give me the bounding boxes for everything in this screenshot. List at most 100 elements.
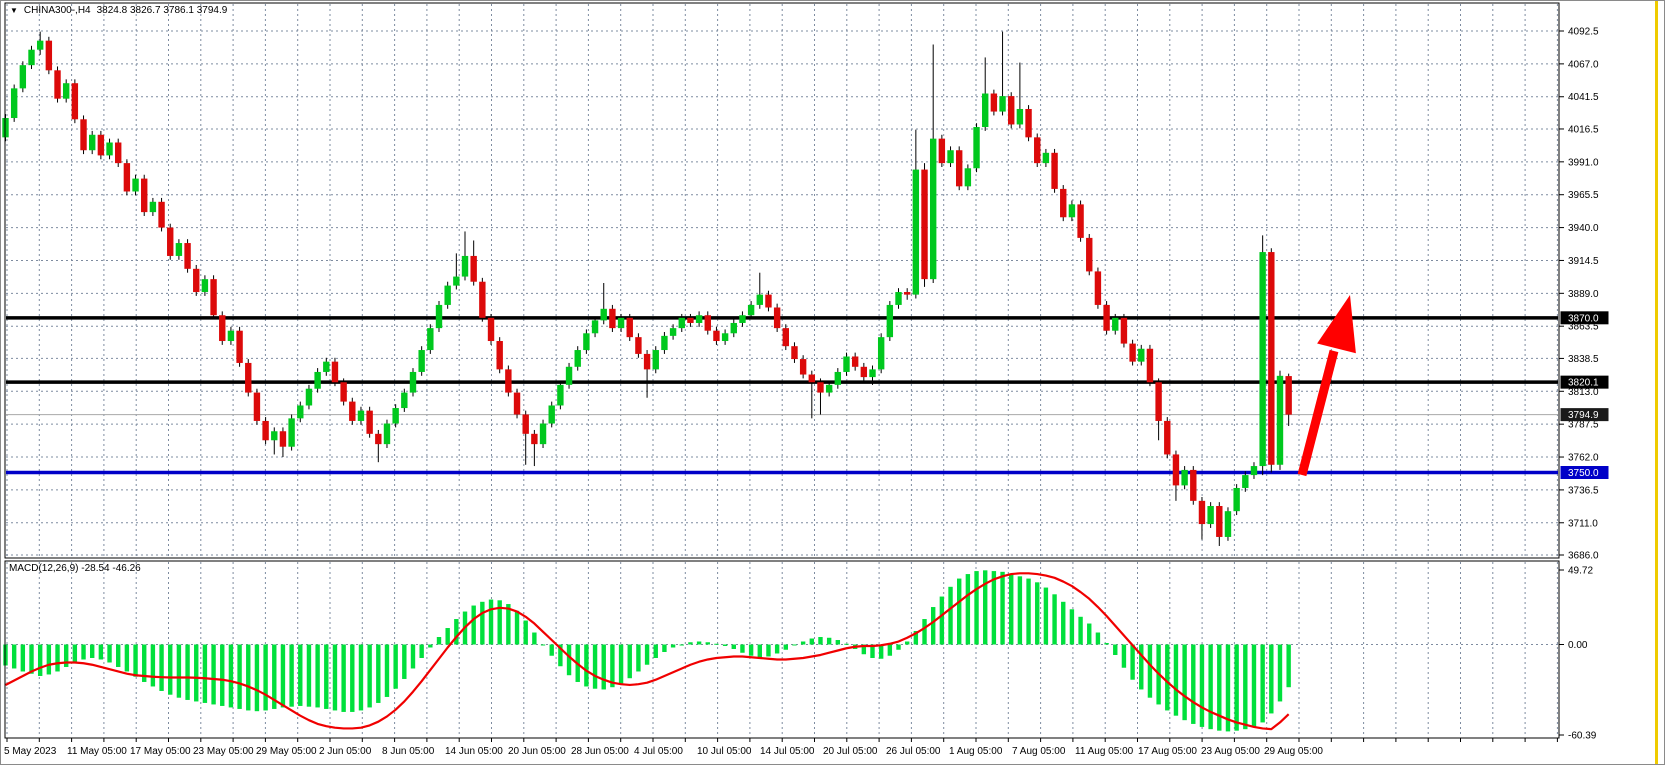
candle-body [601,309,607,321]
macd-histogram-bar [1286,645,1290,688]
macd-histogram-bar [1200,645,1204,727]
macd-histogram-bar [1165,645,1169,711]
candle-body [627,318,633,337]
macd-histogram-bar [818,637,822,644]
candle-body [783,328,789,346]
macd-histogram-bar [194,645,198,702]
macd-histogram-bar [541,645,545,646]
macd-tick-label: 0.00 [1568,640,1588,651]
time-tick-label: 4 Jul 05:00 [634,746,683,757]
time-tick-label: 14 Jun 05:00 [445,746,503,757]
macd-histogram-bar [1035,582,1039,644]
candle-body [930,139,936,280]
price-tick-label: 3736.5 [1568,485,1599,496]
macd-histogram-bar [445,628,449,644]
macd-histogram-bar [836,640,840,644]
candle-body [89,135,95,150]
macd-histogram-bar [185,645,189,700]
candle-body [1008,96,1014,124]
candle-body [1225,511,1231,537]
macd-histogram-bar [1234,645,1238,731]
macd-histogram-bar [619,645,623,684]
candle-body [479,282,485,318]
candle-body [1233,488,1239,511]
price-tick-label: 3914.5 [1568,256,1599,267]
macd-histogram-bar [367,645,371,708]
macd-histogram-bar [1026,579,1030,645]
candle-body [280,431,286,446]
macd-histogram-bar [324,645,328,709]
macd-histogram-bar [584,645,588,687]
candle-body [757,295,763,305]
macd-histogram-bar [393,645,397,689]
candle-body [557,385,563,406]
macd-histogram-bar [602,645,606,690]
candle-body [852,356,858,366]
candle-body [444,286,450,305]
macd-histogram-bar [1009,574,1013,644]
price-tick-label: 3787.5 [1568,420,1599,431]
macd-tick-label: 49.72 [1568,566,1593,577]
macd-histogram-bar [983,570,987,644]
candle-body [72,83,78,119]
candle-body [219,315,225,341]
candle-body [609,309,615,328]
candle-body [288,418,294,446]
macd-histogram-bar [1122,645,1126,668]
macd-histogram-bar [1260,645,1264,723]
time-tick-label: 20 Jul 05:00 [823,746,878,757]
macd-histogram-bar [636,645,640,672]
macd-histogram-bar [1070,609,1074,644]
price-tick-label: 3838.5 [1568,354,1599,365]
macd-histogram-bar [879,645,883,659]
candle-body [644,354,650,369]
macd-histogram-bar [263,645,267,711]
candle-body [418,350,424,372]
resistance-line-3870-tag-label: 3870.0 [1568,313,1599,324]
candle-body [765,295,771,308]
candle-body [141,179,147,213]
time-tick-label: 17 May 05:00 [130,746,191,757]
candle-body [323,362,329,372]
macd-histogram-bar [593,645,597,689]
macd-histogram-bar [1208,645,1212,730]
macd-histogram-bar [255,645,259,712]
macd-histogram-bar [246,645,250,711]
candle-body [1077,204,1083,238]
macd-histogram-bar [151,645,155,687]
candle-body [427,328,433,350]
price-tick-label: 3686.0 [1568,551,1599,562]
candle-body [809,375,815,383]
time-tick-label: 5 May 2023 [4,746,57,757]
macd-histogram-bar [81,645,85,660]
macd-histogram-bar [801,642,805,645]
candle-body [410,372,416,393]
candle-body [514,393,520,415]
symbol-dropdown-icon[interactable]: ▼ [10,6,18,16]
macd-histogram-bar [159,645,163,691]
price-chart-svg: 4092.54067.04041.54016.53991.03965.53940… [1,1,1665,765]
price-tick-label: 3711.0 [1568,518,1598,529]
candle-body [722,333,728,341]
candle-body [739,315,745,323]
time-tick-label: 17 Aug 05:00 [1138,746,1197,757]
macd-histogram-bar [758,645,762,658]
candle-body [150,202,156,212]
macd-histogram-bar [697,642,701,645]
macd-histogram-bar [940,597,944,645]
time-tick-label: 11 Aug 05:00 [1075,746,1134,757]
time-tick-label: 20 Jun 05:00 [508,746,566,757]
macd-histogram-bar [289,645,293,707]
macd-histogram-bar [966,574,970,644]
candle-body [158,202,164,228]
candle-body [115,143,121,164]
candle-body [176,243,182,256]
macd-histogram-bar [90,645,94,658]
macd-histogram-bar [628,645,632,679]
candle-body [1051,153,1057,189]
candle-body [921,170,927,280]
time-tick-label: 1 Aug 05:00 [949,746,1003,757]
trading-terminal-window: 4092.54067.04041.54016.53991.03965.53940… [0,0,1665,765]
candle-body [999,96,1005,111]
candle-body [1121,318,1127,344]
